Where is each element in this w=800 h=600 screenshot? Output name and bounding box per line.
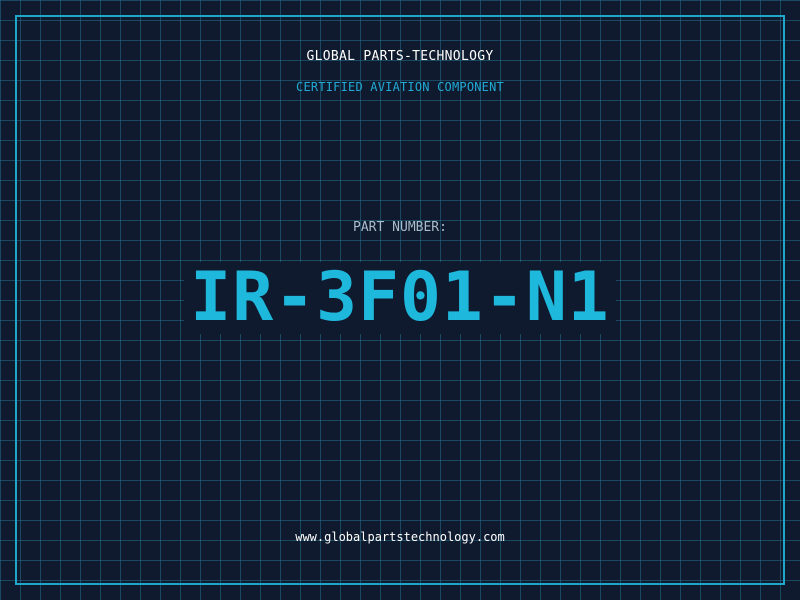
part-number-value: IR-3F01-N1: [184, 262, 616, 334]
part-number-container: IR-3F01-N1: [0, 262, 800, 334]
company-name: GLOBAL PARTS-TECHNOLOGY: [306, 49, 494, 64]
part-number-label: PART NUMBER:: [353, 220, 447, 235]
part-label-card: GLOBAL PARTS-TECHNOLOGY CERTIFIED AVIATI…: [0, 0, 800, 600]
website-url: www.globalpartstechnology.com: [295, 530, 505, 544]
certification-subtitle: CERTIFIED AVIATION COMPONENT: [296, 80, 504, 94]
